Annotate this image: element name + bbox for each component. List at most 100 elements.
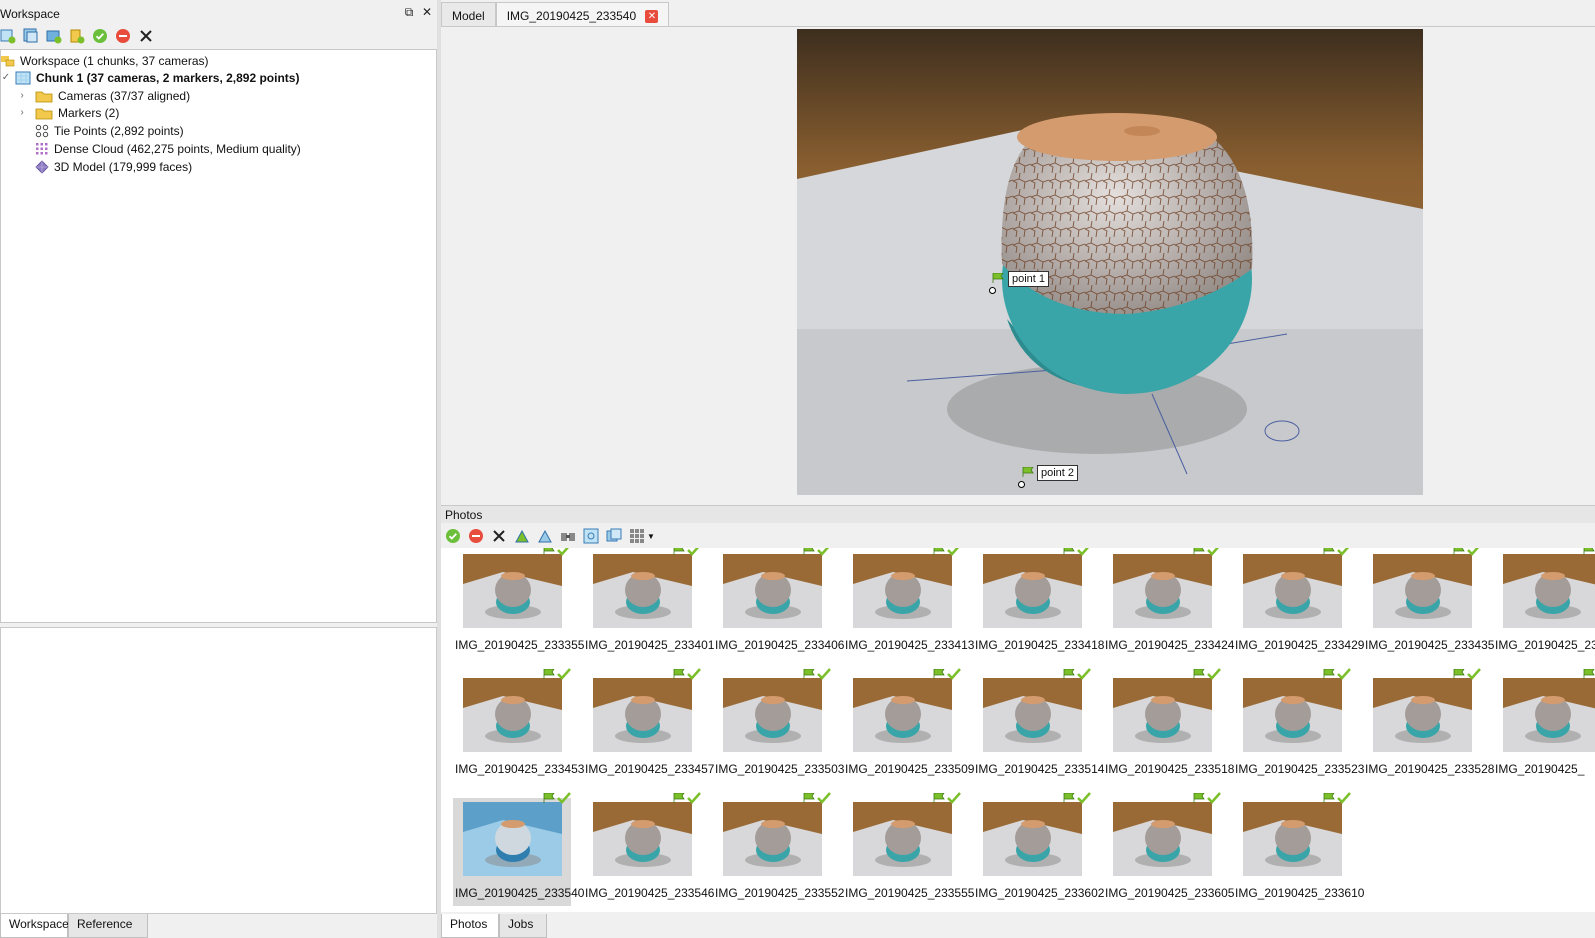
tree-label-chunk: Chunk 1 (37 cameras, 2 markers, 2,892 po… [36, 70, 300, 85]
tree-item-cameras[interactable]: › Cameras (37/37 aligned) [17, 87, 190, 104]
thumbnail-status-badges [1323, 792, 1351, 804]
close-tab-icon[interactable]: ✕ [645, 10, 659, 24]
marker-flag-icon [933, 793, 945, 803]
photo-thumbnail[interactable]: IMG_20190425_233610 [1233, 792, 1364, 906]
tab-reference[interactable]: Reference [68, 914, 148, 938]
photo-thumbnail[interactable]: IMG_20190425_233503 [713, 668, 844, 782]
photo-thumbnail[interactable]: IMG_20190425_233546 [583, 792, 714, 906]
marker-flag-icon [1323, 669, 1335, 679]
workspace-pane: Workspace ⧉ ✕ Workspace (1 chunks, 37 ca… [0, 0, 439, 938]
add-markers-icon[interactable] [69, 28, 85, 44]
marker-flag-icon [673, 669, 685, 679]
marker-point-2-dot[interactable] [1018, 481, 1025, 488]
photo-thumbnail[interactable]: IMG_20190425_233540 [453, 792, 584, 906]
float-panel-icon[interactable]: ⧉ [403, 6, 415, 18]
photo-thumbnail[interactable]: IMG_20190425_233453 [453, 668, 584, 782]
enable-cameras-icon[interactable] [92, 28, 108, 44]
tab-image[interactable]: IMG_20190425_233540 ✕ [495, 2, 670, 26]
aligned-check-icon [687, 792, 701, 804]
add-folder-icon[interactable] [46, 28, 62, 44]
thumbnail-status-badges [1063, 792, 1091, 804]
aligned-check-icon [947, 668, 961, 680]
chunk-checked-icon[interactable]: ✓ [1, 72, 11, 83]
expand-markers-icon[interactable]: › [17, 107, 27, 118]
photo-canvas[interactable]: point 1 point 2 [797, 29, 1423, 495]
photo-thumbnail[interactable]: IMG_20190425_233514 [973, 668, 1104, 782]
thumbnail-status-badges [543, 792, 571, 804]
workspace-title-bar: Workspace ⧉ ✕ [0, 4, 439, 22]
filter-by-marker-icon[interactable] [560, 528, 576, 544]
disable-cameras-icon[interactable] [115, 28, 131, 44]
photo-thumbnail[interactable]: IMG_20190425_233552 [713, 792, 844, 906]
marker-flag-icon [803, 793, 815, 803]
marker-label-point-2[interactable]: point 2 [1037, 465, 1079, 481]
photo-thumbnail[interactable]: IMG_20190425_233 [1493, 548, 1595, 658]
photo-thumbnail[interactable]: IMG_20190425_233355 [453, 548, 584, 658]
tree-item-tie-points[interactable]: Tie Points (2,892 points) [35, 122, 184, 139]
rotate-right-icon[interactable] [514, 528, 530, 544]
photo-thumbnail[interactable]: IMG_20190425_233457 [583, 668, 714, 782]
photo-thumbnail[interactable]: IMG_20190425_233528 [1363, 668, 1494, 782]
marker-flag-icon [1193, 793, 1205, 803]
thumbnail-status-badges [673, 548, 701, 556]
photo-thumbnail[interactable]: IMG_20190425_233518 [1103, 668, 1234, 782]
photo-thumbnail-image [463, 678, 562, 752]
tab-workspace[interactable]: Workspace [0, 914, 69, 938]
add-photos-icon[interactable] [23, 28, 39, 44]
filter-by-point-icon[interactable] [583, 528, 599, 544]
marker-flag-icon [933, 669, 945, 679]
reset-filter-icon[interactable] [606, 528, 622, 544]
photo-thumbnail[interactable]: IMG_20190425_233401 [583, 548, 714, 658]
photo-thumbnail[interactable]: IMG_20190425_233605 [1103, 792, 1234, 906]
aligned-check-icon [1207, 792, 1221, 804]
photo-thumbnail-label: IMG_20190425_233435 [1365, 638, 1495, 652]
photo-thumbnail[interactable]: IMG_20190425_ [1493, 669, 1595, 782]
disable-cameras-icon[interactable] [468, 528, 484, 544]
tab-image-label: IMG_20190425_233540 [506, 9, 637, 23]
thumbnail-status-badges [543, 548, 571, 556]
tree-item-3d-model[interactable]: 3D Model (179,999 faces) [35, 158, 192, 175]
photo-thumbnail[interactable]: IMG_20190425_233435 [1363, 548, 1494, 658]
tab-photos[interactable]: Photos [441, 914, 499, 938]
tab-jobs[interactable]: Jobs [499, 914, 547, 938]
tree-item-markers[interactable]: › Markers (2) [17, 104, 119, 121]
photo-viewer[interactable]: point 1 point 2 [441, 26, 1595, 502]
marker-point-1-dot[interactable] [989, 287, 996, 294]
photo-thumbnail[interactable]: IMG_20190425_233406 [713, 548, 844, 658]
remove-cameras-icon[interactable] [491, 528, 507, 544]
photo-thumbnail-image [723, 678, 822, 752]
aligned-check-icon [817, 668, 831, 680]
photo-thumbnail[interactable]: IMG_20190425_233429 [1233, 548, 1364, 658]
photo-thumbnail[interactable]: IMG_20190425_233602 [973, 792, 1104, 906]
view-mode-dropdown-icon[interactable]: ▼ [647, 532, 655, 541]
tree-item-dense-cloud[interactable]: Dense Cloud (462,275 points, Medium qual… [35, 140, 301, 157]
tab-model[interactable]: Model [441, 2, 496, 26]
tree-item-chunk[interactable]: ✓ Chunk 1 (37 cameras, 2 markers, 2,892 … [1, 69, 300, 86]
photo-thumbnail[interactable]: IMG_20190425_233555 [843, 792, 974, 906]
marker-flag-icon [1453, 548, 1465, 555]
photos-grid: IMG_20190425_233355 IMG_20190425_233401 IM… [441, 548, 1595, 912]
photo-thumbnail[interactable]: IMG_20190425_233418 [973, 548, 1104, 658]
tree-item-workspace[interactable]: Workspace (1 chunks, 37 cameras) [1, 52, 209, 69]
photo-thumbnail-label: IMG_20190425_233610 [1235, 886, 1365, 900]
photo-thumbnail[interactable]: IMG_20190425_233523 [1233, 668, 1364, 782]
photo-thumbnail[interactable]: IMG_20190425_233424 [1103, 548, 1234, 658]
remove-items-icon[interactable] [138, 28, 154, 44]
aligned-check-icon [687, 668, 701, 680]
add-chunk-icon[interactable] [0, 28, 16, 44]
model-icon [35, 159, 49, 174]
marker-flag-icon [1063, 548, 1075, 555]
close-panel-icon[interactable]: ✕ [421, 6, 433, 18]
thumbnail-status-badges [1583, 548, 1595, 556]
enable-cameras-icon[interactable] [445, 528, 461, 544]
photo-thumbnail[interactable]: IMG_20190425_233413 [843, 548, 974, 658]
photo-thumbnail-label: IMG_20190425_233457 [585, 762, 715, 776]
expand-cameras-icon[interactable]: › [17, 90, 27, 101]
aligned-check-icon [557, 792, 571, 804]
view-mode-icon[interactable] [629, 528, 645, 544]
photo-thumbnail-label: IMG_20190425_233602 [975, 886, 1105, 900]
aligned-check-icon [1337, 668, 1351, 680]
photo-thumbnail[interactable]: IMG_20190425_233509 [843, 668, 974, 782]
rotate-left-icon[interactable] [537, 528, 553, 544]
marker-label-point-1[interactable]: point 1 [1008, 271, 1050, 287]
